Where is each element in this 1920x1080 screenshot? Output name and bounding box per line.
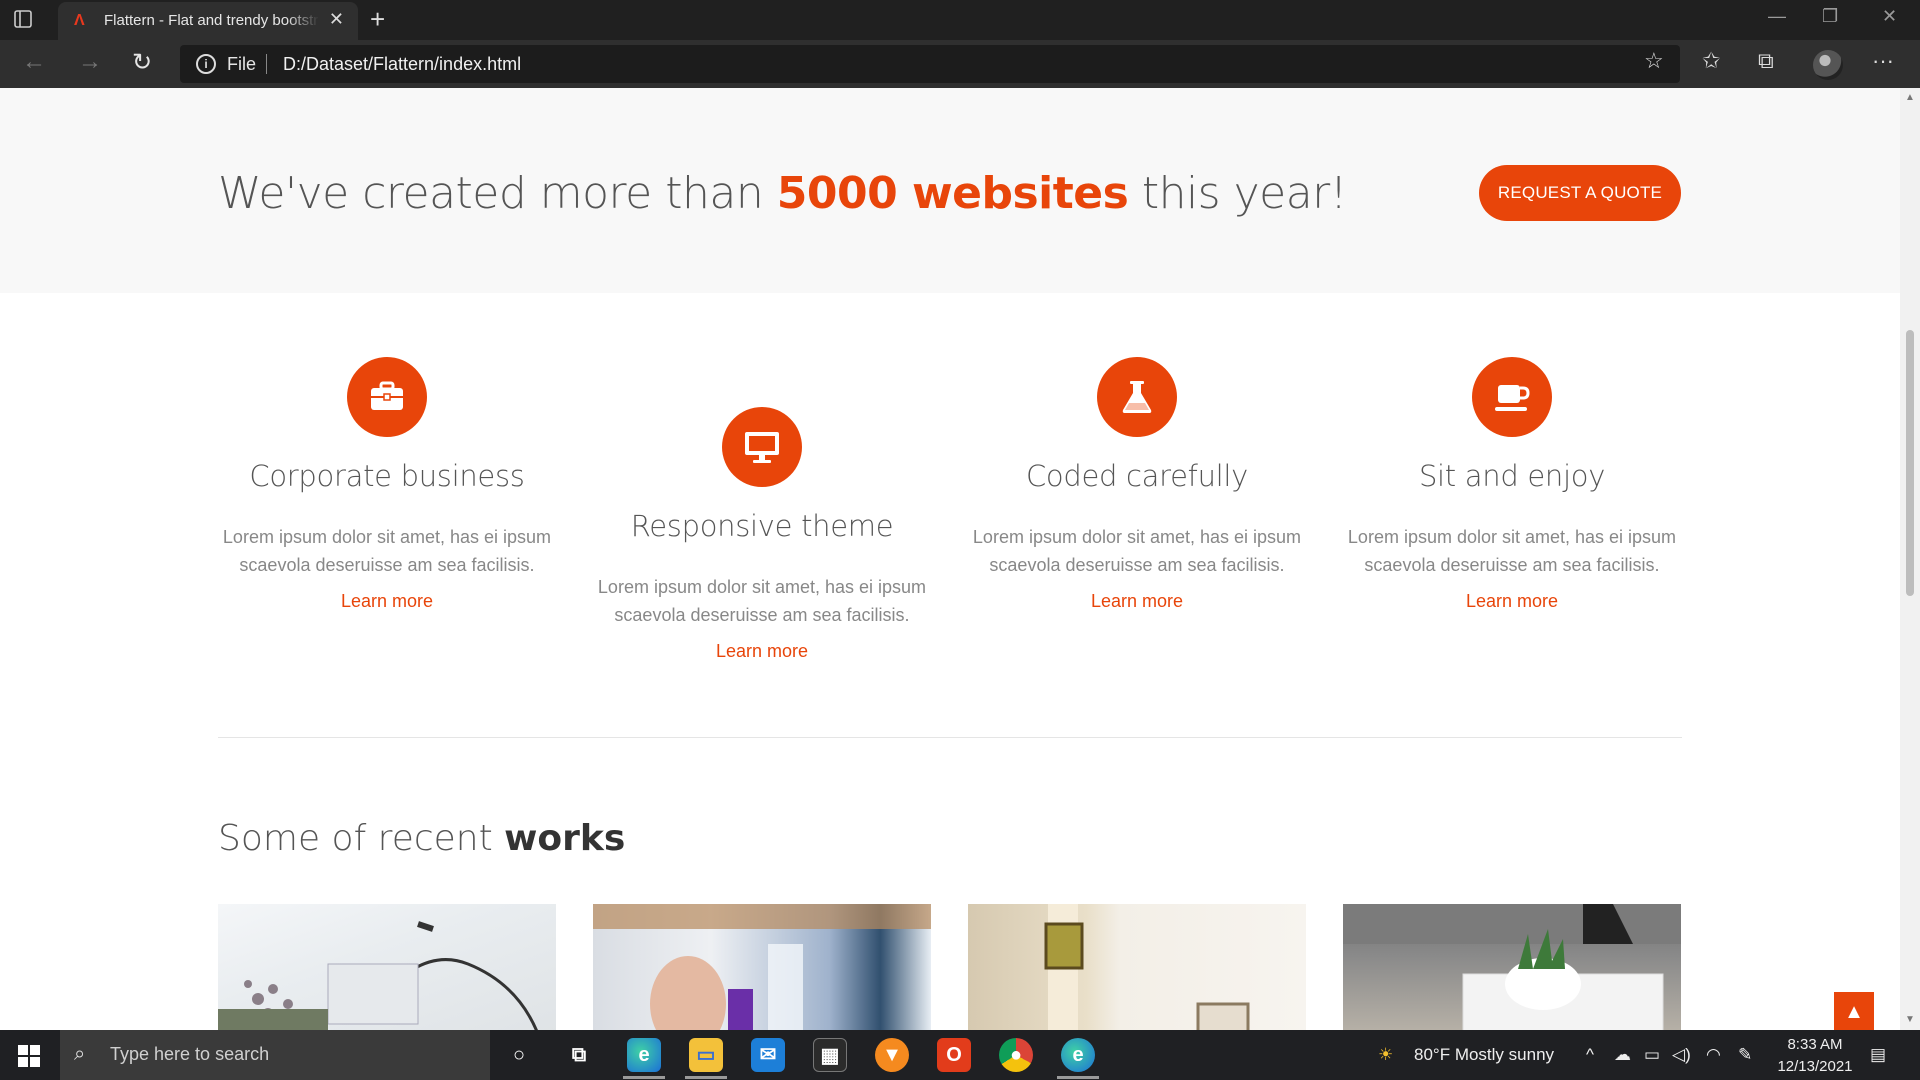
add-favorite-icon[interactable]: ☆	[1644, 48, 1664, 74]
pen-icon[interactable]: ✎	[1738, 1045, 1752, 1065]
back-to-top-button[interactable]: ▲	[1834, 992, 1874, 1030]
new-tab-button[interactable]: +	[370, 4, 385, 35]
site-favicon-icon: Λ	[74, 12, 85, 29]
coffee-icon	[1472, 357, 1552, 437]
close-tab-icon[interactable]: ✕	[329, 9, 344, 30]
restore-button[interactable]: ❐	[1822, 6, 1838, 27]
mail-icon[interactable]: ✉	[751, 1038, 785, 1072]
weather-icon[interactable]: ☀	[1378, 1045, 1393, 1065]
network-icon[interactable]: ◠	[1706, 1045, 1721, 1065]
feature-description: Lorem ipsum dolor sit amet, has ei ipsum…	[597, 577, 927, 625]
refresh-button[interactable]: ↻	[132, 48, 152, 77]
works-heading-light: Some of recent	[218, 818, 505, 859]
edge-app-icon[interactable]: e	[623, 1038, 665, 1079]
address-prefix: File	[227, 54, 257, 74]
portfolio-thumbnail-vases[interactable]	[593, 904, 931, 1030]
browser-toolbar: ← → ↻ i File D:/Dataset/Flattern/index.h…	[0, 40, 1920, 88]
flask-icon	[1097, 357, 1177, 437]
close-window-button[interactable]: ✕	[1882, 6, 1897, 27]
portfolio-thumbnail-living-room[interactable]	[1343, 904, 1681, 1030]
address-separator	[266, 54, 267, 74]
request-quote-button[interactable]: REQUEST A QUOTE	[1479, 165, 1681, 221]
feature-sit-and-enjoy: Sit and enjoy Lorem ipsum dolor sit amet…	[1342, 357, 1682, 612]
tray-overflow-icon[interactable]: ^	[1586, 1045, 1594, 1065]
back-button[interactable]: ←	[22, 48, 46, 76]
feature-title: Coded carefully	[1025, 459, 1249, 493]
feature-responsive-theme: Responsive theme Lorem ipsum dolor sit a…	[592, 407, 932, 662]
scroll-down-arrow-icon[interactable]: ▼	[1905, 1014, 1915, 1025]
url-text[interactable]: D:/Dataset/Flattern/index.html	[283, 54, 521, 75]
callout-text-after: this year!	[1128, 168, 1348, 219]
callout-text-before: We've created more than	[218, 168, 777, 219]
learn-more-link[interactable]: Learn more	[1091, 591, 1183, 612]
favorites-icon[interactable]: ✩	[1702, 48, 1720, 74]
works-heading-bold: works	[504, 818, 626, 859]
weather-text[interactable]: 80°F Mostly sunny	[1414, 1045, 1554, 1065]
learn-more-link[interactable]: Learn more	[1466, 591, 1558, 612]
search-icon: ⌕	[74, 1043, 86, 1065]
page-scrollbar[interactable]: ▲ ▼	[1900, 88, 1920, 1030]
taskbar-search-box[interactable]: ⌕ Type here to search	[60, 1030, 490, 1080]
scrollbar-thumb[interactable]	[1906, 330, 1914, 596]
task-view-icon[interactable]: ⧉	[562, 1038, 596, 1072]
feature-description: Lorem ipsum dolor sit amet, has ei ipsum…	[222, 527, 552, 575]
page-viewport: We've created more than 5000 websites th…	[0, 88, 1900, 1030]
portfolio-thumbnail-basket[interactable]	[218, 904, 556, 1030]
tab-title: Flattern - Flat and trendy bootstrap tem…	[104, 12, 319, 29]
store-icon[interactable]: ▦	[813, 1038, 847, 1072]
callout-highlight: 5000 websites	[776, 168, 1129, 219]
browser-tab-bar: Λ Flattern - Flat and trendy bootstrap t…	[0, 0, 1920, 40]
desktop-icon	[722, 407, 802, 487]
browser-tab[interactable]: Λ Flattern - Flat and trendy bootstrap t…	[58, 2, 358, 40]
collections-icon[interactable]: ⧉	[1758, 48, 1774, 74]
works-heading: Some of recent works	[218, 818, 625, 859]
settings-menu-icon[interactable]: ···	[1872, 48, 1894, 74]
section-divider	[218, 737, 1682, 738]
brave-browser-icon[interactable]: ▼	[875, 1038, 909, 1072]
battery-icon[interactable]: ▭	[1644, 1045, 1660, 1065]
office-icon[interactable]: O	[937, 1038, 971, 1072]
search-placeholder: Type here to search	[110, 1044, 270, 1064]
feature-coded-carefully: Coded carefully Lorem ipsum dolor sit am…	[967, 357, 1307, 612]
portfolio-thumbnail-interior[interactable]	[968, 904, 1306, 1030]
chrome-icon[interactable]: ●	[999, 1038, 1033, 1072]
forward-button[interactable]: →	[78, 48, 102, 76]
profile-avatar[interactable]	[1813, 50, 1843, 80]
feature-title: Responsive theme	[630, 509, 894, 543]
cortana-icon[interactable]: ○	[502, 1038, 536, 1072]
notifications-icon[interactable]: ▤	[1870, 1045, 1886, 1065]
clock-time: 8:33 AM	[1787, 1036, 1843, 1053]
system-clock[interactable]: 8:33 AM 12/13/2021	[1770, 1034, 1860, 1078]
minimize-button[interactable]: —	[1768, 6, 1786, 27]
learn-more-link[interactable]: Learn more	[341, 591, 433, 612]
volume-icon[interactable]: ◁)	[1672, 1045, 1691, 1065]
edge-active-icon[interactable]: e	[1057, 1038, 1099, 1079]
feature-description: Lorem ipsum dolor sit amet, has ei ipsum…	[1347, 527, 1677, 575]
scroll-up-arrow-icon[interactable]: ▲	[1905, 92, 1915, 103]
feature-title: Corporate business	[249, 459, 525, 493]
callout-section: We've created more than 5000 websites th…	[0, 88, 1900, 293]
feature-title: Sit and enjoy	[1418, 459, 1606, 493]
briefcase-icon	[347, 357, 427, 437]
windows-taskbar: ⌕ Type here to search ○ ⧉ e ▭ ✉ ▦ ▼ O ● …	[0, 1030, 1920, 1080]
feature-description: Lorem ipsum dolor sit amet, has ei ipsum…	[972, 527, 1302, 575]
clock-date: 12/13/2021	[1777, 1058, 1853, 1075]
address-bar[interactable]: i File D:/Dataset/Flattern/index.html	[180, 45, 1680, 83]
site-info-icon[interactable]: i	[196, 54, 216, 74]
file-explorer-icon[interactable]: ▭	[685, 1038, 727, 1079]
learn-more-link[interactable]: Learn more	[716, 641, 808, 662]
tab-actions-icon[interactable]	[14, 10, 46, 32]
windows-start-icon[interactable]	[18, 1045, 40, 1067]
callout-headline: We've created more than 5000 websites th…	[218, 168, 1347, 219]
feature-corporate-business: Corporate business Lorem ipsum dolor sit…	[217, 357, 557, 612]
onedrive-icon[interactable]: ☁	[1614, 1045, 1631, 1065]
